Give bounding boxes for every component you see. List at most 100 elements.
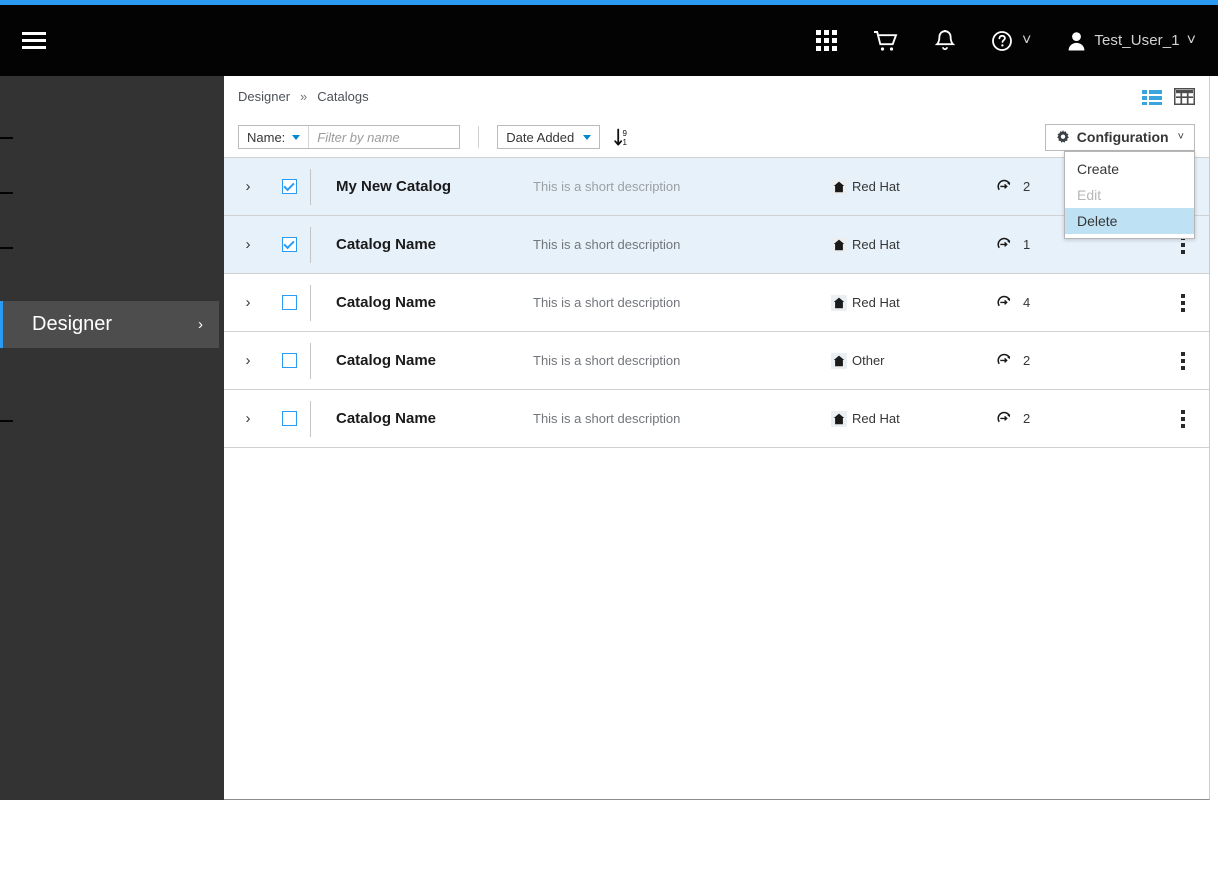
catalog-description: This is a short description (533, 237, 681, 252)
process-icon (997, 295, 1011, 307)
catalog-process-count: 2 (996, 411, 1030, 426)
catalog-vendor-label: Red Hat (852, 237, 900, 252)
catalog-description: This is a short description (533, 353, 681, 368)
expand-chevron-right-icon[interactable]: › (224, 410, 272, 427)
filter-field-selector[interactable]: Name: (239, 126, 310, 148)
configuration-dropdown-menu: Create Edit Delete (1064, 150, 1195, 239)
help-chevron-down-icon[interactable]: ˅ (1022, 32, 1031, 50)
process-count-label: 4 (1023, 295, 1031, 310)
menu-item-delete[interactable]: Delete (1065, 207, 1194, 234)
chevron-down-icon (292, 134, 301, 140)
catalog-description: This is a short description (533, 179, 681, 194)
menu-icon[interactable] (14, 21, 54, 61)
expand-chevron-right-icon[interactable]: › (224, 236, 272, 253)
view-toggle-group (1142, 88, 1195, 105)
catalog-name: Catalog Name (336, 294, 437, 311)
process-count-label: 1 (1023, 237, 1031, 252)
gear-icon (1056, 130, 1069, 143)
row-actions-kebab-icon[interactable] (1173, 406, 1193, 432)
cart-icon[interactable] (855, 5, 917, 76)
svg-text:1: 1 (623, 138, 628, 147)
nav-separator-tick (0, 137, 13, 139)
user-chevron-down-icon[interactable]: ˅ (1187, 32, 1196, 50)
username-label: Test_User_1 (1094, 32, 1180, 49)
list-view-icon[interactable] (1142, 89, 1162, 105)
catalog-name: Catalog Name (336, 410, 437, 427)
filter-field-label: Name: (247, 129, 286, 145)
list-toolbar: Name: Date Added 9 1 Configuration ˅ (224, 117, 1209, 239)
nav-separator-tick (0, 420, 13, 422)
table-row[interactable]: › My New Catalog This is a short descrip… (224, 158, 1209, 216)
catalog-description: This is a short description (533, 411, 681, 426)
catalog-vendor-label: Red Hat (852, 411, 900, 426)
toolbar-divider (478, 126, 480, 148)
nav-separator-tick (0, 192, 13, 194)
table-view-icon[interactable] (1174, 88, 1195, 105)
row-checkbox-cell (272, 179, 306, 194)
process-count-label: 2 (1023, 411, 1031, 426)
process-icon (997, 179, 1011, 191)
help-icon[interactable]: ˅ (973, 5, 1049, 76)
catalog-vendor-label: Red Hat (852, 179, 900, 194)
sidebar-item-label: Designer (32, 313, 113, 335)
row-checkbox-cell (272, 353, 306, 368)
user-menu[interactable]: Test_User_1 ˅ (1049, 5, 1218, 76)
menu-item-create[interactable]: Create (1065, 156, 1194, 182)
building-icon (831, 294, 847, 311)
bell-icon[interactable] (917, 5, 973, 76)
row-checkbox[interactable] (281, 237, 297, 252)
sidebar-item-designer[interactable]: Designer › (0, 301, 219, 348)
expand-chevron-right-icon[interactable]: › (224, 352, 272, 369)
catalog-process-count: 1 (996, 237, 1030, 252)
expand-chevron-right-icon[interactable]: › (224, 294, 272, 311)
catalog-description: This is a short description (533, 295, 681, 310)
configuration-menu-wrapper: Configuration ˅ Create Edit Delete (1044, 123, 1195, 239)
row-actions-kebab-icon[interactable] (1173, 348, 1193, 374)
masthead: ˅ Test_User_1 ˅ (0, 5, 1218, 76)
content-panel: Designer » Catalogs Name: Filter by name… (224, 76, 1210, 800)
app-launcher-glyph (816, 30, 837, 51)
sort-field-selector[interactable]: Date Added (497, 125, 601, 149)
catalog-process-count: 2 (996, 353, 1030, 368)
table-row[interactable]: › Catalog Name This is a short descripti… (224, 332, 1209, 390)
table-row[interactable]: › Catalog Name This is a short descripti… (224, 274, 1209, 332)
process-count-label: 2 (1023, 179, 1031, 194)
catalog-name: My New Catalog (336, 178, 452, 195)
app-launcher-icon[interactable] (798, 5, 855, 76)
breadcrumb-item-designer[interactable]: Designer (238, 89, 290, 104)
row-checkbox[interactable] (281, 353, 297, 368)
catalog-name: Catalog Name (336, 352, 437, 369)
sidebar: Designer › (0, 76, 224, 800)
building-icon (831, 178, 847, 195)
process-icon (997, 411, 1011, 423)
expand-chevron-right-icon[interactable]: › (224, 178, 272, 195)
search-input[interactable] (309, 126, 460, 148)
building-icon (831, 410, 847, 427)
row-actions-kebab-icon[interactable] (1173, 290, 1193, 316)
sort-field-label: Date Added (506, 129, 575, 145)
row-checkbox[interactable] (281, 411, 297, 426)
catalog-vendor: Red Hat (831, 294, 996, 311)
building-icon (831, 236, 847, 253)
nav-separator-tick (0, 247, 13, 249)
row-checkbox-cell (272, 411, 306, 426)
chevron-down-icon (583, 134, 592, 140)
process-icon (997, 237, 1011, 249)
row-checkbox[interactable] (281, 295, 297, 310)
table-row[interactable]: › Catalog Name This is a short descripti… (224, 216, 1209, 274)
menu-item-edit: Edit (1077, 186, 1102, 203)
breadcrumb-item-catalogs: Catalogs (317, 89, 369, 104)
catalog-vendor: Red Hat (831, 410, 996, 427)
catalog-name: Catalog Name (336, 236, 437, 253)
user-icon (1068, 31, 1085, 50)
building-icon (831, 352, 847, 369)
row-checkbox-cell (272, 295, 306, 310)
configuration-button[interactable]: Configuration ˅ (1044, 123, 1195, 151)
sort-descending-numeric-icon[interactable]: 9 1 (614, 128, 631, 147)
table-row[interactable]: › Catalog Name This is a short descripti… (224, 390, 1209, 448)
process-count-label: 2 (1023, 353, 1031, 368)
row-checkbox[interactable] (281, 179, 297, 194)
catalog-vendor-label: Other (852, 353, 885, 368)
svg-text:9: 9 (623, 129, 628, 138)
row-checkbox-cell (272, 237, 306, 252)
